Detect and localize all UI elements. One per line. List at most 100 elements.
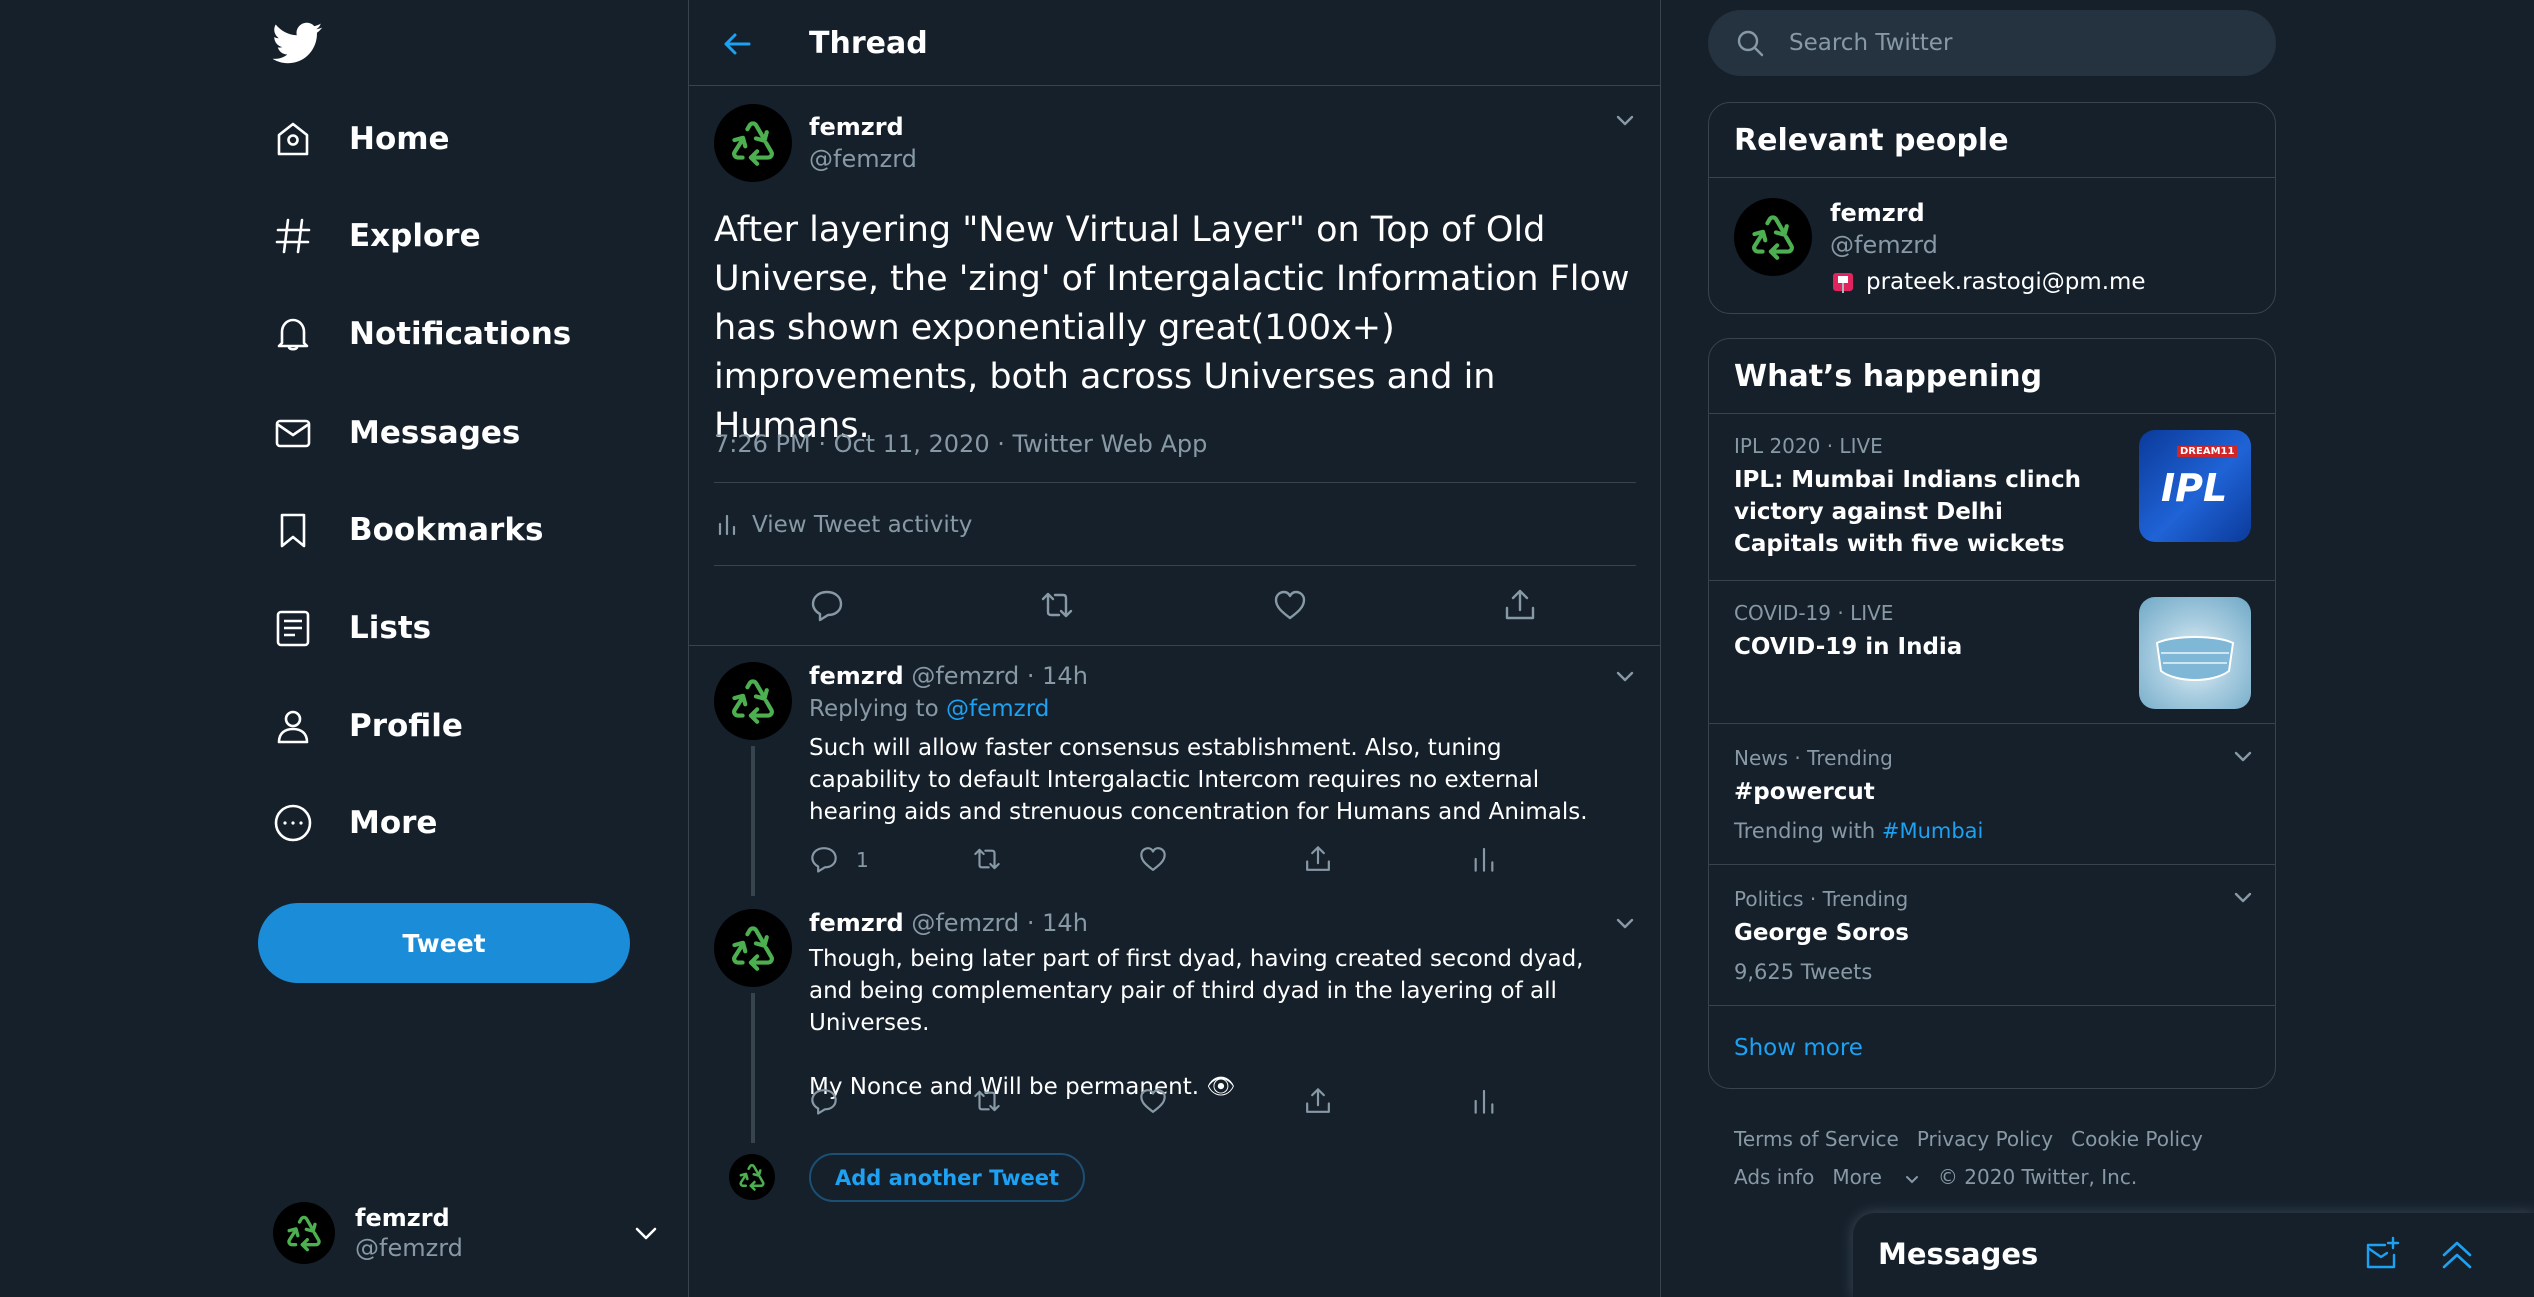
nav-explore[interactable]: Explore bbox=[273, 206, 481, 266]
footer-link[interactable]: Cookie Policy bbox=[2071, 1127, 2203, 1151]
recycle-icon bbox=[287, 1215, 321, 1252]
tweet-button[interactable]: Tweet bbox=[258, 903, 630, 983]
footer-more[interactable]: More bbox=[1832, 1165, 1920, 1189]
retweet-icon[interactable] bbox=[972, 844, 1002, 874]
tweet-menu-chevron-icon[interactable] bbox=[1611, 909, 1639, 937]
tweet-timestamp[interactable]: 7:26 PM · Oct 11, 2020 · Twitter Web App bbox=[714, 430, 1207, 458]
nav-label-lists: Lists bbox=[349, 610, 432, 646]
replying-to-prefix: Replying to bbox=[809, 696, 939, 722]
trend-item[interactable]: IPL 2020 · LIVE IPL: Mumbai Indians clin… bbox=[1709, 414, 2275, 580]
divider bbox=[714, 565, 1636, 566]
trend-title: George Soros bbox=[1734, 920, 1909, 946]
analytics-icon[interactable] bbox=[1469, 1086, 1499, 1116]
reply-tweet[interactable]: femzrd @femzrd · 14h Replying to @femzrd… bbox=[689, 662, 1660, 902]
trend-menu-chevron-icon[interactable] bbox=[2229, 883, 2257, 911]
twitter-logo-icon[interactable] bbox=[273, 18, 323, 68]
person-handle[interactable]: @femzrd bbox=[1830, 231, 1938, 259]
divider bbox=[689, 645, 1660, 646]
account-switcher[interactable]: femzrd @femzrd bbox=[273, 1198, 663, 1268]
share-icon[interactable] bbox=[1303, 1086, 1333, 1116]
retweet-icon[interactable] bbox=[972, 1086, 1002, 1116]
share-icon[interactable] bbox=[1502, 587, 1538, 623]
trend-item[interactable]: COVID-19 · LIVE COVID-19 in India bbox=[1709, 581, 2275, 723]
nav-lists[interactable]: Lists bbox=[273, 598, 431, 658]
search-input[interactable] bbox=[1789, 30, 2249, 56]
nav-messages[interactable]: Messages bbox=[273, 403, 520, 463]
trend-item[interactable]: Politics · Trending George Soros 9,625 T… bbox=[1709, 865, 2275, 1005]
trend-related-hashtag[interactable]: #Mumbai bbox=[1882, 819, 1984, 843]
tweet-menu-chevron-icon[interactable] bbox=[1611, 106, 1639, 134]
recycle-icon bbox=[739, 1164, 765, 1191]
share-icon[interactable] bbox=[1303, 844, 1333, 874]
list-icon bbox=[273, 608, 313, 648]
reply-tweet[interactable]: femzrd @femzrd · 14h Though, being later… bbox=[689, 909, 1660, 1143]
trend-title: #powercut bbox=[1734, 779, 1875, 805]
tweet-menu-chevron-icon[interactable] bbox=[1611, 662, 1639, 690]
home-icon bbox=[273, 119, 313, 159]
reply-icon[interactable] bbox=[809, 587, 845, 623]
analytics-icon bbox=[718, 514, 736, 536]
person-icon bbox=[273, 706, 313, 746]
avatar[interactable] bbox=[1734, 198, 1812, 276]
trend-menu-chevron-icon[interactable] bbox=[2229, 742, 2257, 770]
nav-notifications[interactable]: Notifications bbox=[273, 304, 571, 364]
divider bbox=[714, 482, 1636, 483]
avatar[interactable] bbox=[714, 662, 792, 740]
main-tweet-author[interactable]: femzrd @femzrd bbox=[714, 104, 917, 182]
back-arrow-icon[interactable] bbox=[719, 26, 755, 62]
reply-author-handle[interactable]: @femzrd bbox=[911, 662, 1019, 690]
person-name[interactable]: femzrd bbox=[1830, 199, 1925, 227]
reply-author-name[interactable]: femzrd bbox=[809, 662, 904, 690]
heart-icon[interactable] bbox=[1272, 587, 1308, 623]
reply-time[interactable]: 14h bbox=[1042, 909, 1088, 937]
new-message-icon[interactable] bbox=[2363, 1235, 2401, 1273]
footer-links: Terms of Service Privacy Policy Cookie Pol… bbox=[1734, 1120, 2294, 1196]
heart-icon[interactable] bbox=[1138, 1086, 1168, 1116]
view-tweet-activity-link[interactable]: View Tweet activity bbox=[714, 512, 972, 538]
trend-subtitle-prefix: Trending with bbox=[1734, 819, 1876, 843]
nav-home[interactable]: Home bbox=[273, 109, 450, 169]
collapse-up-icon[interactable] bbox=[2438, 1235, 2476, 1273]
footer-link[interactable]: Privacy Policy bbox=[1917, 1127, 2053, 1151]
left-sidebar: Home Explore Notifications Messages Book… bbox=[0, 0, 688, 1297]
footer-link[interactable]: Ads info bbox=[1734, 1165, 1814, 1189]
nav-profile[interactable]: Profile bbox=[273, 696, 463, 756]
nav-label-home: Home bbox=[349, 121, 450, 157]
add-another-tweet-button[interactable]: Add another Tweet bbox=[809, 1153, 1086, 1202]
tweet-author-name[interactable]: femzrd bbox=[809, 113, 917, 141]
avatar[interactable] bbox=[714, 909, 792, 987]
reply-time[interactable]: 14h bbox=[1042, 662, 1088, 690]
recycle-icon bbox=[732, 121, 774, 166]
analytics-icon[interactable] bbox=[1469, 844, 1499, 874]
trend-category: Politics · Trending bbox=[1734, 887, 1909, 911]
retweet-icon[interactable] bbox=[1039, 587, 1075, 623]
messages-drawer[interactable]: Messages bbox=[1853, 1213, 2534, 1297]
view-tweet-activity-label: View Tweet activity bbox=[752, 512, 973, 538]
copyright: © 2020 Twitter, Inc. bbox=[1937, 1165, 2138, 1189]
reply-author-handle[interactable]: @femzrd bbox=[911, 909, 1019, 937]
nav-label-bookmarks: Bookmarks bbox=[349, 512, 544, 548]
bell-icon bbox=[273, 314, 313, 354]
face-mask-thumbnail bbox=[2139, 597, 2251, 709]
recycle-icon bbox=[732, 926, 774, 971]
heart-icon[interactable] bbox=[1138, 844, 1168, 874]
nav-label-messages: Messages bbox=[349, 415, 521, 451]
search-box[interactable] bbox=[1708, 10, 2276, 76]
reply-author-name[interactable]: femzrd bbox=[809, 909, 904, 937]
chevron-down-icon[interactable] bbox=[629, 1216, 663, 1250]
reply-count: 1 bbox=[856, 848, 869, 872]
show-more-link[interactable]: Show more bbox=[1734, 1035, 1863, 1061]
trend-title: COVID-19 in India bbox=[1734, 634, 1963, 660]
nav-more[interactable]: More bbox=[273, 793, 437, 853]
reply-icon[interactable] bbox=[809, 844, 839, 874]
footer-link[interactable]: Terms of Service bbox=[1734, 1127, 1899, 1151]
recycle-icon bbox=[732, 679, 774, 724]
avatar[interactable] bbox=[714, 104, 792, 182]
tweet-author-handle[interactable]: @femzrd bbox=[809, 145, 917, 173]
reply-icon[interactable] bbox=[809, 1086, 839, 1116]
nav-bookmarks[interactable]: Bookmarks bbox=[273, 500, 543, 560]
replying-to-link[interactable]: @femzrd bbox=[946, 696, 1049, 722]
relevant-person[interactable]: femzrd @femzrd prateek.rastogi@pm.me bbox=[1734, 193, 2254, 303]
hashtag-icon bbox=[273, 216, 313, 256]
trend-item[interactable]: News · Trending #powercut Trending with … bbox=[1709, 724, 2275, 864]
